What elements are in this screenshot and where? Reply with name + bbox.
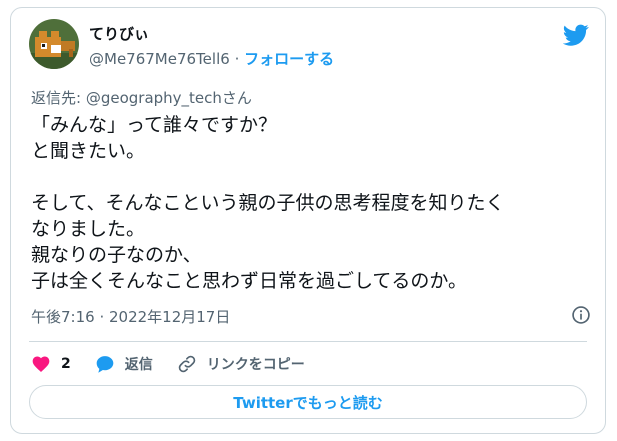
- tweet-timestamp[interactable]: 午後7:16 · 2022年12月17日: [31, 306, 230, 327]
- author-handle-row: @Me767Me76Tell6 · フォローする: [89, 48, 334, 69]
- copy-link-button[interactable]: リンクをコピー: [177, 354, 305, 374]
- reply-button[interactable]: 返信: [95, 354, 153, 374]
- twitter-logo-icon[interactable]: [563, 22, 589, 48]
- author-display-name[interactable]: てりびぃ: [89, 23, 149, 44]
- like-button[interactable]: 2: [31, 354, 71, 374]
- info-icon[interactable]: [571, 305, 591, 325]
- link-icon: [178, 355, 196, 373]
- divider: [29, 341, 587, 342]
- avatar[interactable]: [29, 19, 79, 69]
- copy-link-label: リンクをコピー: [206, 357, 305, 373]
- like-count: 2: [61, 356, 71, 372]
- action-bar: 2 返信 リンクをコピー: [31, 349, 329, 379]
- follow-button[interactable]: フォローする: [244, 50, 334, 68]
- tweet-text: 「みんな」って誰々ですか？ と聞きたい。 そして、そんなこという親の子供の思考程…: [31, 114, 505, 292]
- tweet-card: てりびぃ @Me767Me76Tell6 · フォローする 返信先: @geog…: [10, 7, 606, 434]
- reply-label: 返信: [124, 357, 153, 373]
- read-more-button[interactable]: Twitterでもっと読む: [29, 385, 587, 419]
- speech-bubble-icon: [96, 356, 114, 373]
- separator: ·: [234, 50, 240, 68]
- reply-to-label[interactable]: 返信先: @geography_techさん: [31, 87, 252, 108]
- author-handle[interactable]: @Me767Me76Tell6: [89, 50, 230, 68]
- heart-icon: [32, 356, 50, 372]
